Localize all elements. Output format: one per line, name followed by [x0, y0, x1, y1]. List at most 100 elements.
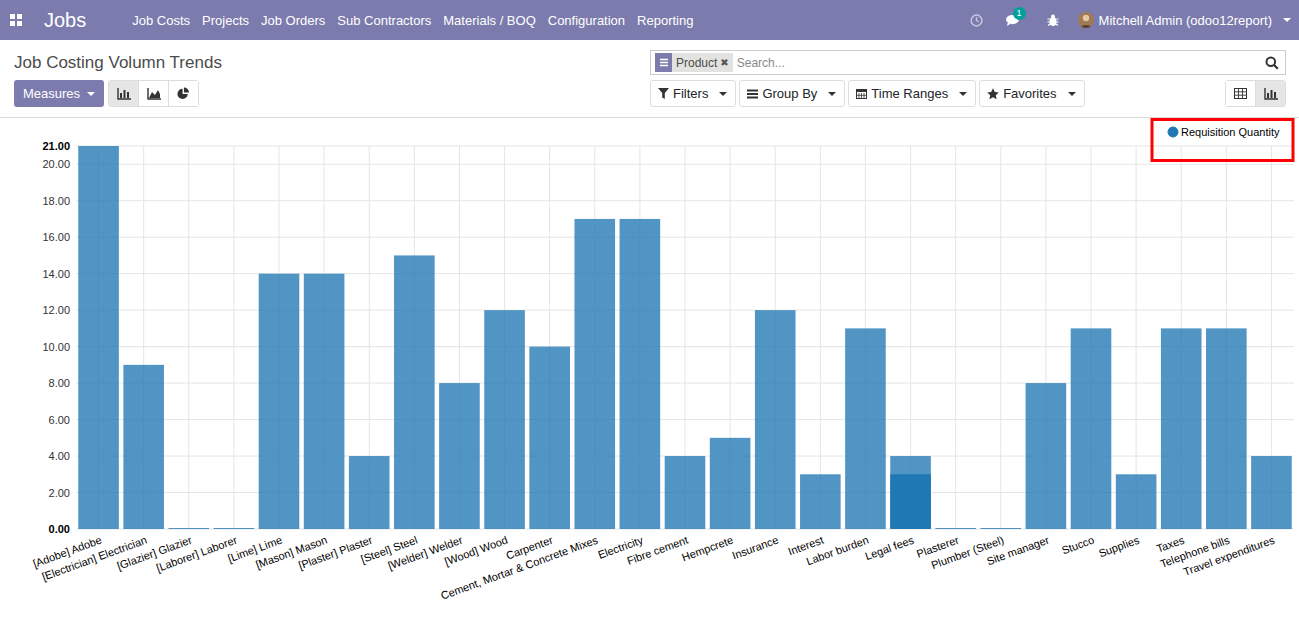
- menu-item[interactable]: Sub Contractors: [331, 13, 437, 28]
- bar[interactable]: [1206, 328, 1247, 529]
- x-label: Legal fees: [863, 533, 915, 562]
- bar[interactable]: [439, 383, 480, 529]
- bar[interactable]: [890, 456, 931, 529]
- bar-chart-button[interactable]: [109, 81, 138, 106]
- bar[interactable]: [1116, 474, 1157, 529]
- systray: 1 Mitchell Admin (odoo12report): [959, 12, 1291, 28]
- bar[interactable]: [620, 219, 661, 529]
- grid-line: [820, 146, 821, 529]
- list-icon: [747, 89, 758, 99]
- menu-item[interactable]: Job Costs: [126, 13, 196, 28]
- bar[interactable]: [168, 528, 209, 529]
- x-label: Hempcrete: [680, 534, 735, 564]
- main-menu: Job CostsProjectsJob OrdersSub Contracto…: [126, 13, 699, 28]
- button-label: Time Ranges: [871, 86, 948, 101]
- x-label: Supplies: [1097, 533, 1141, 559]
- x-label: Labor burden: [805, 534, 871, 568]
- line-chart-button[interactable]: [138, 81, 168, 106]
- x-label: Cement, Mortar & Concrete Mixes: [439, 533, 600, 601]
- bug-icon[interactable]: [1036, 14, 1070, 27]
- button-label: Group By: [762, 86, 817, 101]
- control-panel: Job Costing Volumn TrendsProduct✖Search.…: [0, 40, 1299, 118]
- bar[interactable]: [529, 347, 570, 529]
- bar-chart: 0.002.004.006.008.0010.0012.0014.0016.00…: [0, 118, 1299, 620]
- bar[interactable]: [123, 365, 164, 529]
- search-box[interactable]: Product✖Search...: [650, 50, 1286, 75]
- legend-dot-icon: [1168, 127, 1178, 137]
- facet-remove[interactable]: ✖: [720, 57, 732, 68]
- bar[interactable]: [1071, 328, 1112, 529]
- y-tick: 4.00: [49, 450, 70, 462]
- filter-icon: [658, 88, 669, 99]
- apps-icon[interactable]: [10, 14, 26, 26]
- search-icon[interactable]: [1265, 56, 1281, 70]
- menu-item[interactable]: Configuration: [542, 13, 631, 28]
- y-tick: 14.00: [42, 268, 70, 280]
- x-label: Fibre cement: [625, 534, 689, 567]
- grid-line: [233, 146, 234, 529]
- bar[interactable]: [665, 456, 706, 529]
- bar[interactable]: [1026, 383, 1067, 529]
- bar[interactable]: [259, 274, 300, 529]
- clock-icon[interactable]: [959, 14, 994, 27]
- legend-label[interactable]: Requisition Quantity: [1181, 126, 1280, 138]
- caret-icon: [1068, 92, 1076, 96]
- y-tick: 0.00: [49, 523, 70, 535]
- chart-type-group: [108, 80, 199, 107]
- navbar: Jobs Job CostsProjectsJob OrdersSub Contr…: [0, 0, 1299, 40]
- chat-icon[interactable]: 1: [994, 14, 1036, 27]
- bar[interactable]: [394, 255, 435, 529]
- chat-badge: 1: [1013, 7, 1026, 20]
- filter-button[interactable]: Filters: [650, 80, 736, 107]
- caret-icon: [87, 92, 95, 96]
- bar[interactable]: [574, 219, 615, 529]
- y-tick: 12.00: [42, 304, 70, 316]
- bar[interactable]: [78, 146, 119, 529]
- groupby-facet-icon: [655, 53, 672, 72]
- y-tick: 2.00: [49, 487, 70, 499]
- bar[interactable]: [710, 438, 751, 529]
- caret-icon: [959, 92, 967, 96]
- y-tick: 18.00: [42, 195, 70, 207]
- bar-chart-icon: [117, 88, 131, 100]
- bars: [78, 146, 1291, 529]
- pie-chart-button[interactable]: [168, 81, 198, 106]
- brand[interactable]: Jobs: [44, 9, 86, 32]
- menu-item[interactable]: Reporting: [631, 13, 699, 28]
- bar[interactable]: [1251, 456, 1292, 529]
- calendar-button[interactable]: Time Ranges: [848, 80, 976, 107]
- graph-view-button[interactable]: [1255, 81, 1285, 106]
- menu-item[interactable]: Job Orders: [255, 13, 331, 28]
- bar[interactable]: [304, 274, 345, 529]
- y-tick: 10.00: [42, 341, 70, 353]
- star-button[interactable]: Favorites: [979, 80, 1084, 107]
- bar[interactable]: [845, 328, 886, 529]
- bar[interactable]: [1161, 328, 1202, 529]
- button-label: Favorites: [1003, 86, 1056, 101]
- user-menu[interactable]: Mitchell Admin (odoo12report): [1070, 12, 1291, 28]
- y-tick: 6.00: [49, 414, 70, 426]
- legend[interactable]: Requisition Quantity: [1152, 120, 1293, 161]
- x-label: Stucco: [1060, 534, 1096, 557]
- user-name: Mitchell Admin (odoo12report): [1099, 13, 1272, 28]
- groupby-button[interactable]: Group By: [739, 80, 845, 107]
- y-tick: 20.00: [42, 158, 70, 170]
- menu-item[interactable]: Materials / BOQ: [437, 13, 541, 28]
- y-tick: 21.00: [42, 140, 70, 152]
- grid-line: [188, 146, 189, 529]
- search-input[interactable]: Search...: [737, 56, 1261, 70]
- list-view-button[interactable]: [1226, 81, 1255, 106]
- grid-line: [955, 146, 956, 529]
- bar-hover[interactable]: [890, 474, 931, 529]
- bar[interactable]: [800, 474, 841, 529]
- app: Jobs Job CostsProjectsJob OrdersSub Contr…: [0, 0, 1299, 620]
- menu-item[interactable]: Projects: [196, 13, 255, 28]
- bar[interactable]: [214, 528, 255, 529]
- bar[interactable]: [980, 528, 1021, 529]
- y-tick: 8.00: [49, 377, 70, 389]
- bar[interactable]: [935, 528, 976, 529]
- bar[interactable]: [755, 310, 796, 529]
- bar[interactable]: [484, 310, 525, 529]
- measures-button[interactable]: Measures: [14, 80, 104, 107]
- bar[interactable]: [349, 456, 390, 529]
